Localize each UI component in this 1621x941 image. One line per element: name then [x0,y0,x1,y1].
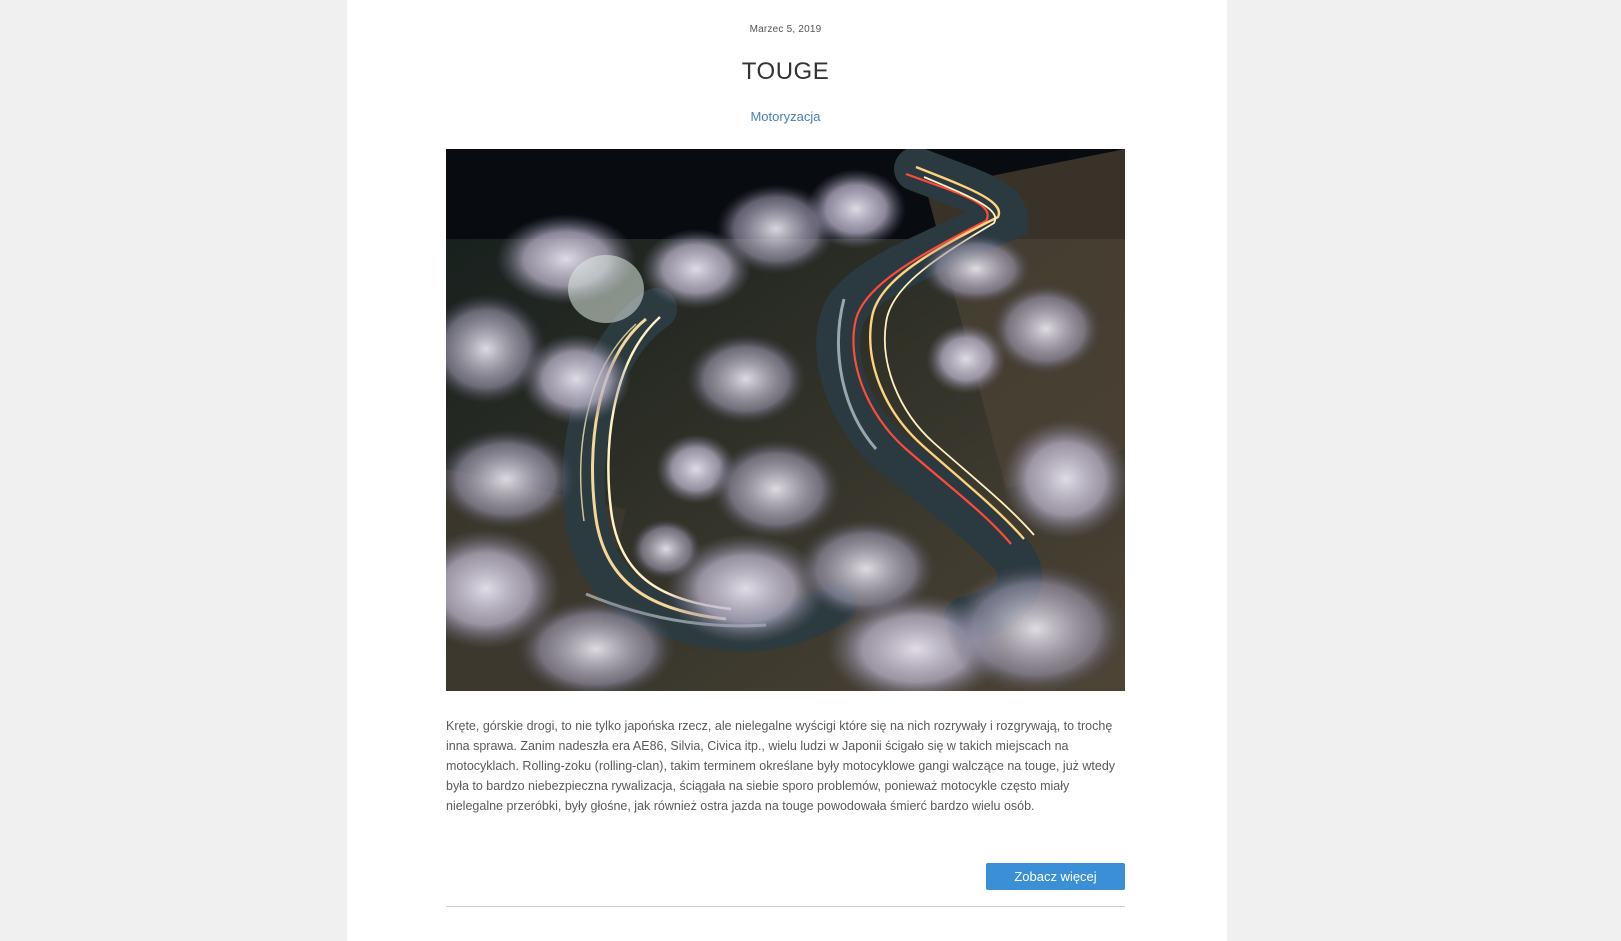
post-image[interactable] [446,149,1125,691]
post-date: Marzec 5, 2019 [749,24,822,35]
page: Marzec 5, 2019 TOUGE Motoryzacja Kręte, … [0,0,1621,941]
post-title[interactable]: TOUGE [446,58,1125,86]
post-divider [446,906,1125,907]
content-column: Marzec 5, 2019 TOUGE Motoryzacja Kręte, … [347,0,1227,941]
read-more-button[interactable]: Zobacz więcej [986,863,1125,890]
post-image-illustration [446,149,1125,691]
post-category-link[interactable]: Motoryzacja [446,109,1125,124]
post-excerpt: Kręte, górskie drogi, to nie tylko japoń… [446,719,1116,813]
